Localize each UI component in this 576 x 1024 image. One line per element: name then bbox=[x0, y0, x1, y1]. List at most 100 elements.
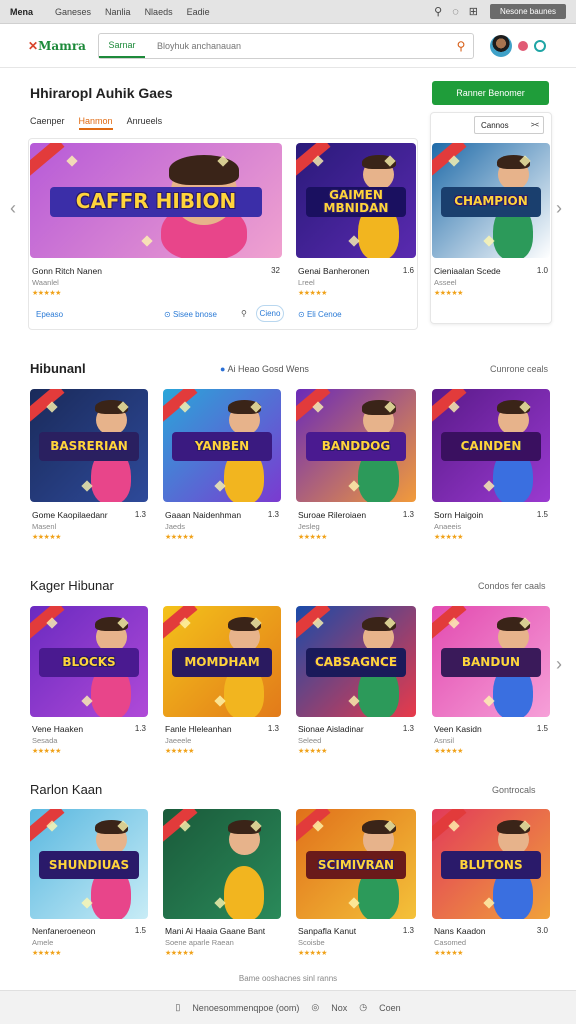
game-card[interactable]: CAINDEN Sorn Haigoin 1.5 Anaeeis ★★★★★ bbox=[432, 389, 550, 550]
rating-stars: ★★★★★ bbox=[32, 290, 61, 297]
section-subtitle: ● Ai Heao Gosd Wens bbox=[220, 364, 309, 374]
rating-stars: ★★★★★ bbox=[298, 290, 327, 297]
filter-tab[interactable]: Caenper bbox=[30, 116, 65, 130]
game-name[interactable]: Cieniaalan Scede bbox=[434, 266, 501, 276]
status-icon[interactable] bbox=[534, 39, 546, 52]
game-name[interactable]: Veen Kasidn bbox=[434, 724, 482, 734]
game-name[interactable]: Sanpafla Kanut bbox=[298, 926, 356, 936]
game-name[interactable]: Nenfaneroeneon bbox=[32, 926, 95, 936]
game-thumbnail[interactable]: BASRERIAN bbox=[30, 389, 148, 502]
menu-item[interactable]: Nlaeds bbox=[145, 7, 173, 17]
featured-link[interactable]: Epeaso bbox=[36, 310, 63, 319]
avatar[interactable] bbox=[490, 34, 512, 57]
search-input[interactable] bbox=[145, 40, 449, 51]
game-card[interactable]: BLUTONS Nans Kaadon 3.0 Casomed ★★★★★ bbox=[432, 809, 550, 966]
game-card[interactable]: CAFFR HIBION Gonn Ritch Nanen 32 Waanlel ★★★… bbox=[30, 143, 282, 306]
character-hair bbox=[168, 154, 240, 185]
see-all-link[interactable]: Cunrone ceals bbox=[490, 364, 548, 374]
notification-icon[interactable] bbox=[518, 40, 528, 51]
see-all-link[interactable]: Condos fer caals bbox=[478, 581, 546, 591]
game-subtitle: Soene aparle Raean bbox=[165, 938, 234, 947]
featured-link[interactable]: ⊙ Sisee bnose bbox=[164, 310, 217, 319]
featured-pill-button[interactable]: Cieno bbox=[256, 305, 284, 322]
chat-icon[interactable]: ◌ bbox=[452, 6, 459, 18]
footer-item[interactable]: Nox bbox=[331, 1003, 347, 1013]
game-score: 1.5 bbox=[134, 926, 146, 935]
sort-select[interactable]: Cannos >< bbox=[474, 116, 544, 134]
game-score: 1.3 bbox=[402, 724, 414, 733]
game-score: 1.3 bbox=[134, 510, 146, 519]
game-thumbnail[interactable]: CAFFR HIBION bbox=[30, 143, 282, 258]
sysbar-button[interactable]: Nesone baunes bbox=[489, 4, 566, 19]
game-name[interactable]: Gonn Ritch Nanen bbox=[32, 266, 102, 276]
rating-stars: ★★★★★ bbox=[434, 290, 463, 297]
carousel-prev-icon[interactable]: ‹ bbox=[10, 198, 16, 219]
game-name[interactable]: Gaaan Naidenhman bbox=[165, 510, 241, 520]
footer-label[interactable]: Nenoesommenqpoe (oom) bbox=[192, 1003, 299, 1013]
carousel-next-icon[interactable]: › bbox=[556, 654, 562, 675]
game-art-title: BANDUN bbox=[441, 648, 541, 678]
game-name[interactable]: Gome Kaopilaedanr bbox=[32, 510, 108, 520]
rating-stars: ★★★★★ bbox=[298, 950, 327, 957]
menu-item[interactable]: Mena bbox=[10, 7, 33, 17]
filter-tab[interactable]: Anrueels bbox=[127, 116, 163, 130]
game-thumbnail[interactable]: CHAMPION bbox=[432, 143, 550, 258]
game-thumbnail[interactable]: BLUTONS bbox=[432, 809, 550, 919]
game-art-title: BANDDOG bbox=[305, 431, 407, 462]
footer-item[interactable]: Coen bbox=[379, 1003, 401, 1013]
game-art-title: CAFFR HIBION bbox=[50, 186, 262, 217]
game-card[interactable]: BASRERIAN Gome Kaopilaedanr 1.3 Masenl ★★★★★ bbox=[30, 389, 148, 550]
game-thumbnail[interactable]: SCIMIVRAN bbox=[296, 809, 416, 919]
search-icon[interactable]: ⚲ bbox=[434, 5, 442, 18]
game-card[interactable]: SCIMIVRAN Sanpafla Kanut 1.3 Scoisbe ★★★★★ bbox=[296, 809, 416, 966]
game-thumbnail[interactable]: BANDDOG bbox=[296, 389, 416, 502]
game-card[interactable]: GAIMEN MBNIDAN Genai Banheronen 1.6 Lreel ★★… bbox=[296, 143, 416, 306]
game-thumbnail[interactable]: MOMDHAM bbox=[163, 606, 281, 717]
game-thumbnail[interactable] bbox=[163, 809, 281, 919]
carousel-next-icon[interactable]: › bbox=[556, 198, 562, 219]
game-card[interactable]: BANDUN Veen Kasidn 1.5 Asnsil ★★★★★ bbox=[432, 606, 550, 764]
game-card[interactable]: SHUNDIUAS Nenfaneroeneon 1.5 Amele ★★★★★ bbox=[30, 809, 148, 966]
game-card[interactable]: MOMDHAM Fanle Hleleanhan 1.3 Jaeeele ★★★★★ bbox=[163, 606, 281, 764]
game-thumbnail[interactable]: YANBEN bbox=[163, 389, 281, 502]
settings-icon[interactable]: ⊞ bbox=[469, 5, 478, 18]
game-thumbnail[interactable]: CAINDEN bbox=[432, 389, 550, 502]
game-name[interactable]: Sionae Aisladinar bbox=[298, 724, 364, 734]
game-card[interactable]: YANBEN Gaaan Naidenhman 1.3 Jaeds ★★★★★ bbox=[163, 389, 281, 550]
featured-link[interactable]: ⊙ Eli Cenoe bbox=[298, 310, 342, 319]
game-subtitle: Amele bbox=[32, 938, 54, 947]
game-card[interactable]: BLOCKS Vene Haaken 1.3 Sesada ★★★★★ bbox=[30, 606, 148, 764]
see-all-link[interactable]: Gontrocals bbox=[492, 785, 536, 795]
menu-item[interactable]: Eadie bbox=[187, 7, 210, 17]
logo[interactable]: ✕Mamra bbox=[28, 39, 98, 53]
game-name[interactable]: Vene Haaken bbox=[32, 724, 83, 734]
search-tab[interactable]: Sarnar bbox=[99, 34, 145, 58]
game-thumbnail[interactable]: BANDUN bbox=[432, 606, 550, 717]
search-icon[interactable]: ⚲ bbox=[241, 309, 247, 318]
game-card[interactable]: BANDDOG Suroae Rileroiaen 1.3 Jesleg ★★★★★ bbox=[296, 389, 416, 550]
game-score: 1.5 bbox=[536, 510, 548, 519]
game-art-title: BLUTONS bbox=[441, 850, 541, 880]
game-thumbnail[interactable]: SHUNDIUAS bbox=[30, 809, 148, 919]
menu-item[interactable]: Ganeses bbox=[55, 7, 91, 17]
game-card[interactable]: CABSAGNCE Sionae Aisladinar 1.3 Seleed ★★★★★ bbox=[296, 606, 416, 764]
game-name[interactable]: Suroae Rileroiaen bbox=[298, 510, 366, 520]
featured-cta-button[interactable]: Ranner Benomer bbox=[432, 81, 549, 105]
search-icon[interactable]: ⚲ bbox=[449, 39, 473, 53]
filter-tab-active[interactable]: Hanmon bbox=[78, 116, 113, 130]
game-thumbnail[interactable]: BLOCKS bbox=[30, 606, 148, 717]
game-name[interactable]: Sorn Haigoin bbox=[434, 510, 483, 520]
game-card[interactable]: CHAMPION Cieniaalan Scede 1.0 Asseel ★★★★★ bbox=[432, 143, 550, 306]
menu-item[interactable]: Nanlia bbox=[105, 7, 131, 17]
game-subtitle: Jaeds bbox=[165, 522, 186, 531]
game-thumbnail[interactable]: CABSAGNCE bbox=[296, 606, 416, 717]
game-card[interactable]: Mani Ai Haaia Gaane Bant Soene aparle Rae… bbox=[163, 809, 281, 966]
game-name[interactable]: Mani Ai Haaia Gaane Bant bbox=[165, 926, 265, 936]
game-score: 1.6 bbox=[402, 266, 414, 275]
game-art-title: CAINDEN bbox=[441, 431, 541, 462]
game-name[interactable]: Genai Banheronen bbox=[298, 266, 369, 276]
game-subtitle: Waanlel bbox=[32, 278, 59, 287]
game-name[interactable]: Nans Kaadon bbox=[434, 926, 486, 936]
game-name[interactable]: Fanle Hleleanhan bbox=[165, 724, 232, 734]
game-thumbnail[interactable]: GAIMEN MBNIDAN bbox=[296, 143, 416, 258]
